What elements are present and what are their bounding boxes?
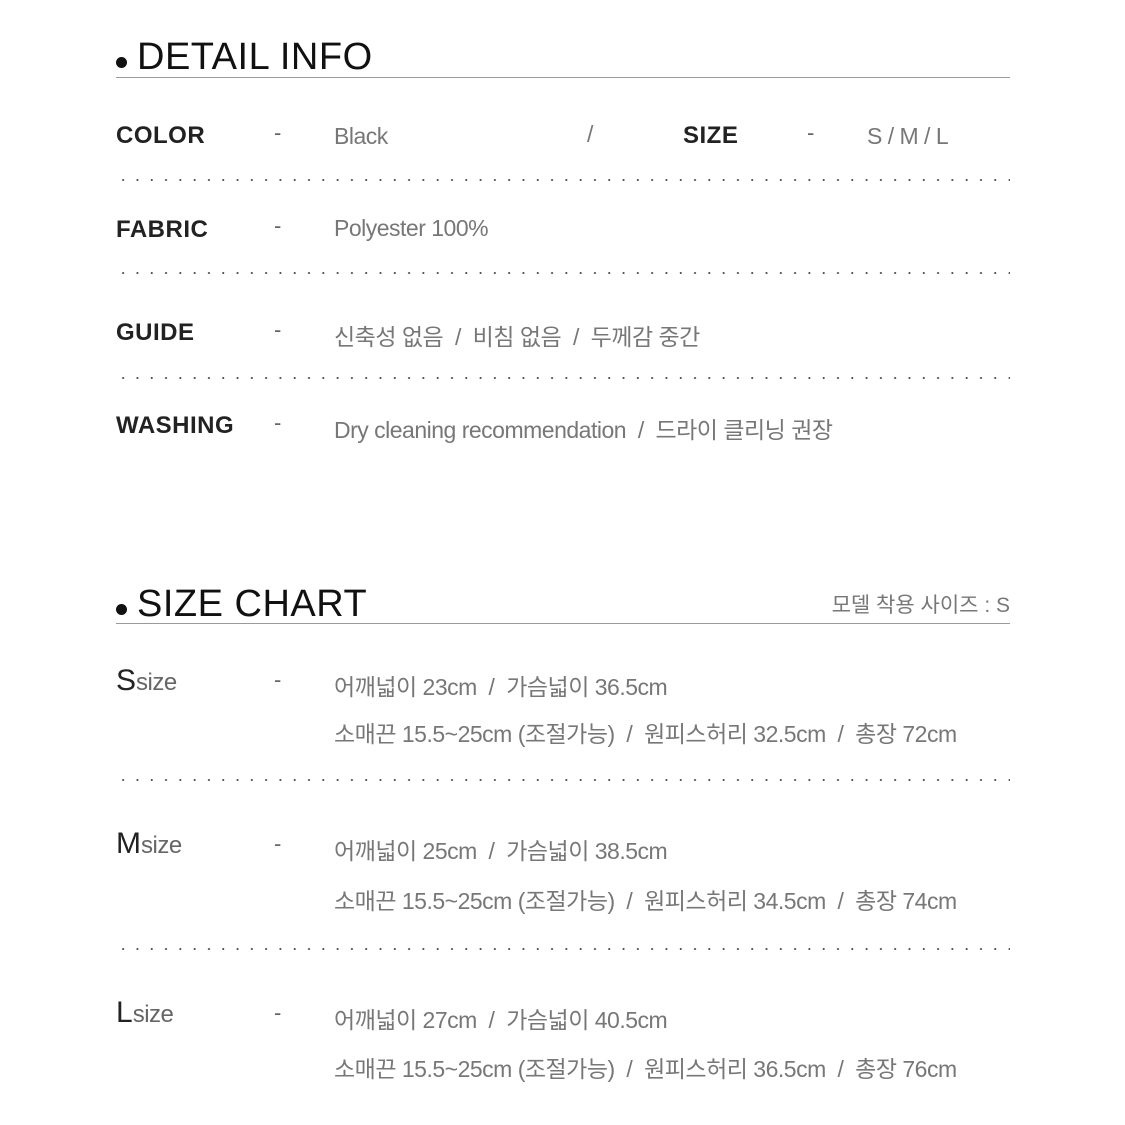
size-value: S / M / L bbox=[867, 123, 949, 149]
washing-value: Dry cleaning recommendation / 드라이 클리닝 권장 bbox=[334, 417, 833, 443]
row-separator: / bbox=[587, 121, 593, 147]
size-suffix: size bbox=[141, 832, 182, 859]
detail-info-heading: DETAIL INFO bbox=[116, 38, 373, 76]
size-suffix: size bbox=[132, 1001, 174, 1028]
guide-value: 신축성 없음 / 비침 없음 / 두께감 중간 bbox=[334, 324, 700, 350]
size-m-line2: 소매끈 15.5~25cm (조절가능) / 원피스허리 34.5cm / 총장… bbox=[334, 888, 957, 914]
size-suffix: size bbox=[136, 669, 177, 696]
size-chart-heading: SIZE CHART bbox=[116, 585, 367, 623]
size-l-label: Lsize bbox=[116, 996, 174, 1030]
size-l-line1: 어깨넓이 27cm / 가슴넓이 40.5cm bbox=[334, 1007, 668, 1033]
dotted-divider bbox=[116, 272, 1010, 274]
size-s-line2: 소매끈 15.5~25cm (조절가능) / 원피스허리 32.5cm / 총장… bbox=[334, 721, 957, 747]
size-label: SIZE bbox=[683, 122, 739, 149]
bullet-icon bbox=[116, 57, 127, 68]
size-s-dash: - bbox=[274, 667, 282, 692]
washing-dash: - bbox=[274, 410, 282, 435]
size-s-line1: 어깨넓이 23cm / 가슴넓이 36.5cm bbox=[334, 674, 668, 700]
detail-info-divider bbox=[116, 77, 1010, 78]
size-chart-title: SIZE CHART bbox=[137, 583, 368, 625]
size-m-label: Msize bbox=[116, 827, 182, 861]
fabric-value: Polyester 100% bbox=[334, 215, 489, 241]
size-s-label: Ssize bbox=[116, 664, 177, 698]
size-letter: S bbox=[116, 664, 137, 697]
dotted-divider bbox=[116, 948, 1010, 950]
size-chart-divider bbox=[116, 623, 1010, 624]
size-m-dash: - bbox=[274, 831, 282, 856]
model-size-note: 모델 착용 사이즈 : S bbox=[831, 594, 1010, 617]
guide-dash: - bbox=[274, 317, 282, 342]
color-dash: - bbox=[274, 120, 282, 145]
fabric-label: FABRIC bbox=[116, 216, 209, 243]
fabric-dash: - bbox=[274, 213, 282, 238]
dotted-divider bbox=[116, 779, 1010, 781]
size-m-line1: 어깨넓이 25cm / 가슴넓이 38.5cm bbox=[334, 838, 668, 864]
color-label: COLOR bbox=[116, 122, 206, 149]
detail-info-title: DETAIL INFO bbox=[137, 36, 373, 78]
washing-label: WASHING bbox=[116, 412, 235, 439]
size-letter: L bbox=[116, 996, 133, 1029]
size-l-line2: 소매끈 15.5~25cm (조절가능) / 원피스허리 36.5cm / 총장… bbox=[334, 1056, 957, 1082]
size-dash: - bbox=[807, 120, 815, 145]
guide-label: GUIDE bbox=[116, 319, 195, 346]
bullet-icon bbox=[116, 604, 127, 615]
color-value: Black bbox=[334, 123, 388, 149]
size-letter: M bbox=[116, 827, 141, 860]
size-l-dash: - bbox=[274, 1000, 282, 1025]
dotted-divider bbox=[116, 377, 1010, 379]
dotted-divider bbox=[116, 179, 1010, 181]
